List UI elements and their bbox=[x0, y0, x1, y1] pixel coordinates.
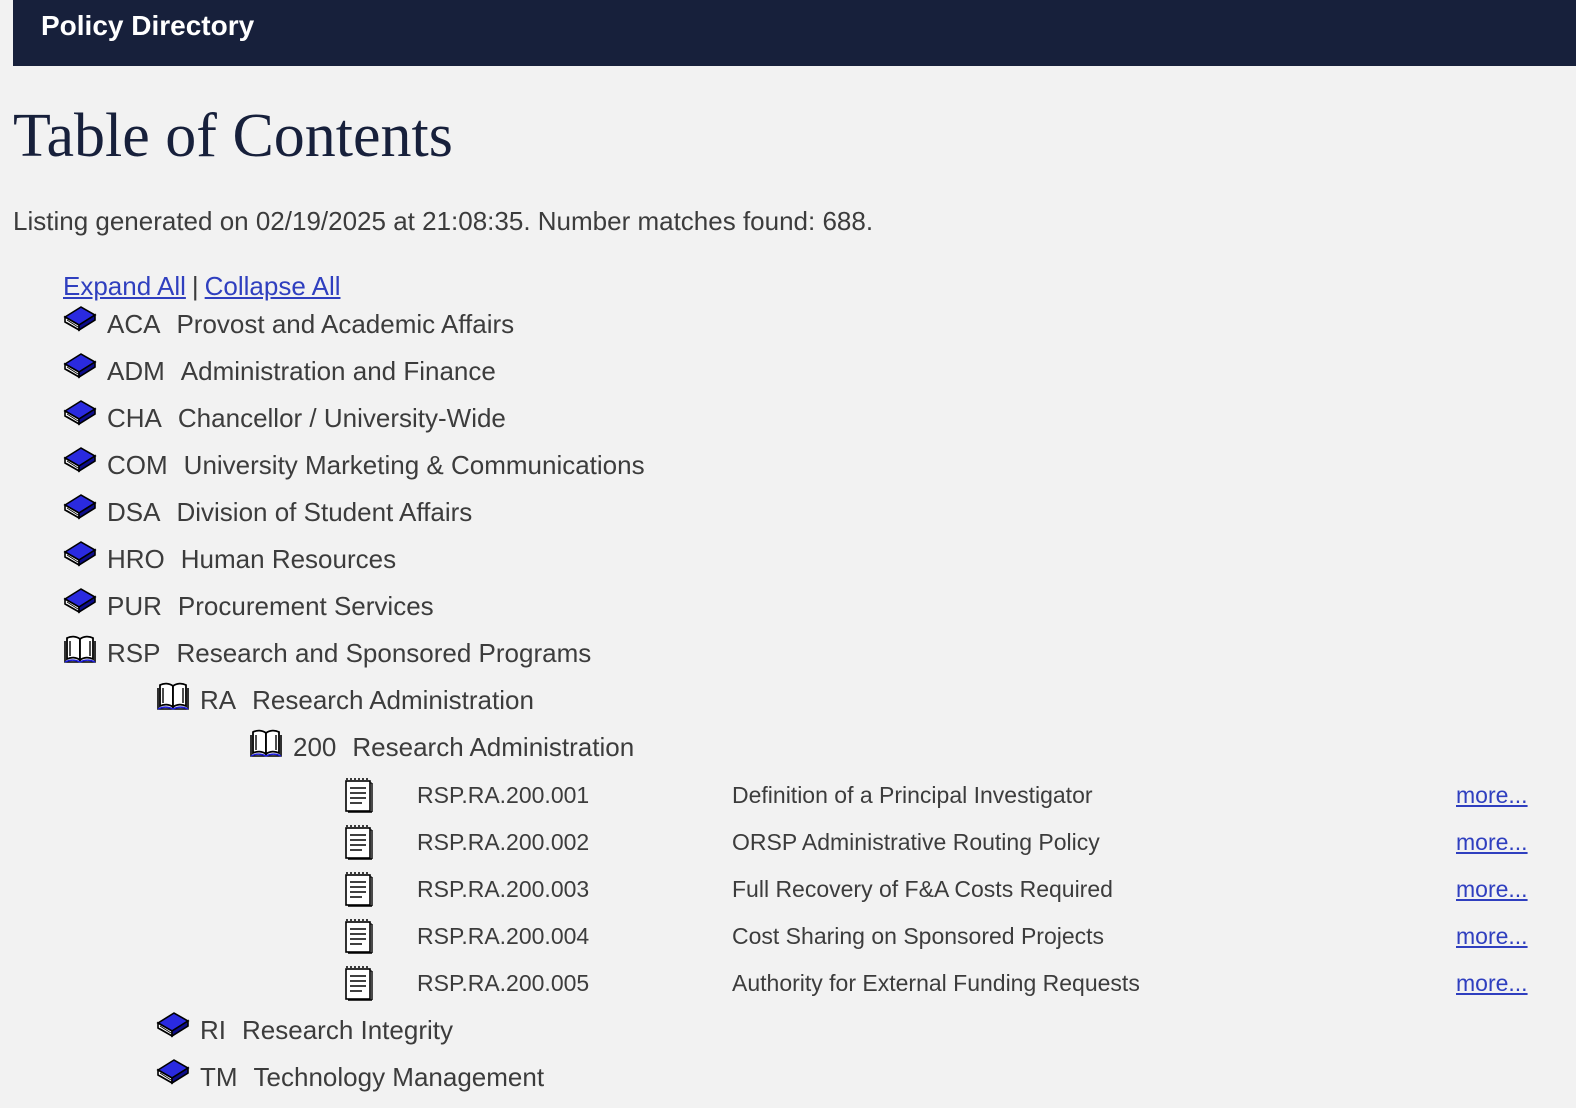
document-row: RSP.RA.200.004 Cost Sharing on Sponsored… bbox=[340, 916, 1540, 956]
tree-item-code: CHA bbox=[107, 402, 162, 433]
tree-item-code: ACA bbox=[107, 308, 161, 339]
document-icon bbox=[342, 965, 374, 1001]
tree-item-label[interactable]: Research Administration bbox=[252, 685, 534, 716]
tree-item-dsa[interactable]: DSA Division of Student Affairs bbox=[63, 492, 472, 532]
document-row: RSP.RA.200.005 Authority for External Fu… bbox=[340, 963, 1540, 1003]
document-title: Full Recovery of F&A Costs Required bbox=[732, 876, 1113, 902]
tree-item-label[interactable]: Division of Student Affairs bbox=[176, 497, 472, 528]
document-title: ORSP Administrative Routing Policy bbox=[732, 829, 1100, 855]
document-row: RSP.RA.200.001 Definition of a Principal… bbox=[340, 775, 1540, 815]
more-link[interactable]: more... bbox=[1456, 923, 1528, 950]
document-id: RSP.RA.200.001 bbox=[417, 782, 590, 808]
tree-item-label[interactable]: Procurement Services bbox=[178, 591, 434, 622]
page-title: Table of Contents bbox=[13, 102, 453, 170]
tree-item-200[interactable]: 200 Research Administration bbox=[249, 727, 634, 767]
document-row: RSP.RA.200.003 Full Recovery of F&A Cost… bbox=[340, 869, 1540, 909]
tree-item-adm[interactable]: ADM Administration and Finance bbox=[63, 351, 496, 391]
tree-item-label[interactable]: Technology Management bbox=[254, 1062, 545, 1093]
expand-all-link[interactable]: Expand All bbox=[63, 271, 186, 301]
tree-item-tm[interactable]: TM Technology Management bbox=[156, 1057, 544, 1097]
more-link[interactable]: more... bbox=[1456, 876, 1528, 903]
collapse-all-link[interactable]: Collapse All bbox=[205, 271, 341, 301]
tree-item-ra[interactable]: RA Research Administration bbox=[156, 680, 534, 720]
tree-item-pur[interactable]: PUR Procurement Services bbox=[63, 586, 434, 626]
tree-item-ri[interactable]: RI Research Integrity bbox=[156, 1010, 453, 1050]
closed-book-icon[interactable] bbox=[63, 585, 97, 619]
document-id: RSP.RA.200.002 bbox=[417, 829, 590, 855]
closed-book-icon[interactable] bbox=[156, 1056, 190, 1090]
closed-book-icon[interactable] bbox=[63, 491, 97, 525]
document-icon bbox=[342, 824, 374, 860]
tree-item-code: PUR bbox=[107, 590, 162, 621]
closed-book-icon[interactable] bbox=[63, 350, 97, 384]
tree-item-code: HRO bbox=[107, 543, 165, 574]
more-link[interactable]: more... bbox=[1456, 970, 1528, 997]
tree-item-label[interactable]: Provost and Academic Affairs bbox=[176, 309, 514, 340]
tree-item-code: TM bbox=[200, 1061, 238, 1092]
open-book-icon[interactable] bbox=[249, 726, 283, 760]
document-id: RSP.RA.200.003 bbox=[417, 876, 590, 902]
tree-item-code: 200 bbox=[293, 731, 337, 762]
tree-item-label[interactable]: Human Resources bbox=[181, 544, 396, 575]
document-id: RSP.RA.200.005 bbox=[417, 970, 590, 996]
document-title: Definition of a Principal Investigator bbox=[732, 782, 1093, 808]
top-header-bar: Policy Directory bbox=[13, 0, 1576, 66]
tree-item-code: RSP bbox=[107, 637, 161, 668]
tree-item-label[interactable]: Administration and Finance bbox=[181, 356, 496, 387]
closed-book-icon[interactable] bbox=[63, 397, 97, 431]
tree-item-label[interactable]: University Marketing & Communications bbox=[184, 450, 645, 481]
tree-item-code: COM bbox=[107, 449, 168, 480]
tree-item-label[interactable]: Research and Sponsored Programs bbox=[176, 638, 591, 669]
tree-item-label[interactable]: Research Administration bbox=[352, 732, 634, 763]
open-book-icon[interactable] bbox=[156, 679, 190, 713]
expand-collapse-controls: Expand All | Collapse All bbox=[63, 269, 341, 303]
document-title: Cost Sharing on Sponsored Projects bbox=[732, 923, 1105, 949]
tree-item-code: RI bbox=[200, 1014, 226, 1045]
tree-item-code: ADM bbox=[107, 355, 165, 386]
tree-item-com[interactable]: COM University Marketing & Communication… bbox=[63, 445, 645, 485]
closed-book-icon[interactable] bbox=[156, 1009, 190, 1043]
document-title: Authority for External Funding Requests bbox=[732, 970, 1140, 996]
tree-item-code: RA bbox=[200, 684, 237, 715]
controls-separator: | bbox=[191, 271, 199, 301]
closed-book-icon[interactable] bbox=[63, 538, 97, 572]
document-icon bbox=[342, 871, 374, 907]
tree-item-code: DSA bbox=[107, 496, 161, 527]
document-icon bbox=[342, 777, 374, 813]
closed-book-icon[interactable] bbox=[63, 303, 97, 337]
tree-item-aca[interactable]: ACA Provost and Academic Affairs bbox=[63, 304, 514, 344]
more-link[interactable]: more... bbox=[1456, 829, 1528, 856]
site-title[interactable]: Policy Directory bbox=[41, 9, 254, 43]
tree-item-rsp[interactable]: RSP Research and Sponsored Programs bbox=[63, 633, 591, 673]
document-id: RSP.RA.200.004 bbox=[417, 923, 590, 949]
tree-item-cha[interactable]: CHA Chancellor / University-Wide bbox=[63, 398, 506, 438]
document-row: RSP.RA.200.002 ORSP Administrative Routi… bbox=[340, 822, 1540, 862]
document-icon bbox=[342, 918, 374, 954]
listing-info-text: Listing generated on 02/19/2025 at 21:08… bbox=[13, 206, 874, 236]
tree-item-label[interactable]: Research Integrity bbox=[242, 1015, 453, 1046]
tree-item-label[interactable]: Chancellor / University-Wide bbox=[178, 403, 506, 434]
open-book-icon[interactable] bbox=[63, 632, 97, 666]
more-link[interactable]: more... bbox=[1456, 782, 1528, 809]
tree-item-hro[interactable]: HRO Human Resources bbox=[63, 539, 396, 579]
closed-book-icon[interactable] bbox=[63, 444, 97, 478]
